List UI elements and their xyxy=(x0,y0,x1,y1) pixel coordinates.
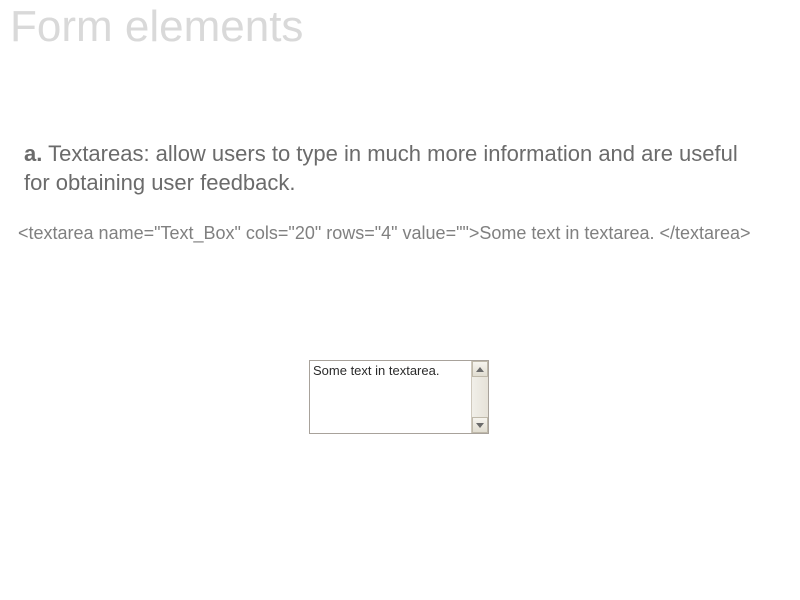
body-paragraph: a. Textareas: allow users to type in muc… xyxy=(24,140,764,197)
slide: Form elements a. Textareas: allow users … xyxy=(0,0,800,600)
chevron-down-icon xyxy=(476,423,484,428)
code-snippet: <textarea name="Text_Box" cols="20" rows… xyxy=(18,222,758,245)
textarea-example[interactable]: Some text in textarea. xyxy=(309,360,489,434)
scroll-up-button[interactable] xyxy=(472,361,488,377)
scroll-down-button[interactable] xyxy=(472,417,488,433)
page-title: Form elements xyxy=(10,2,303,52)
textarea-scrollbar[interactable] xyxy=(471,361,488,433)
textarea-content[interactable]: Some text in textarea. xyxy=(310,361,471,433)
body-text-content: Textareas: allow users to type in much m… xyxy=(24,141,738,195)
chevron-up-icon xyxy=(476,367,484,372)
list-marker: a. xyxy=(24,141,42,166)
